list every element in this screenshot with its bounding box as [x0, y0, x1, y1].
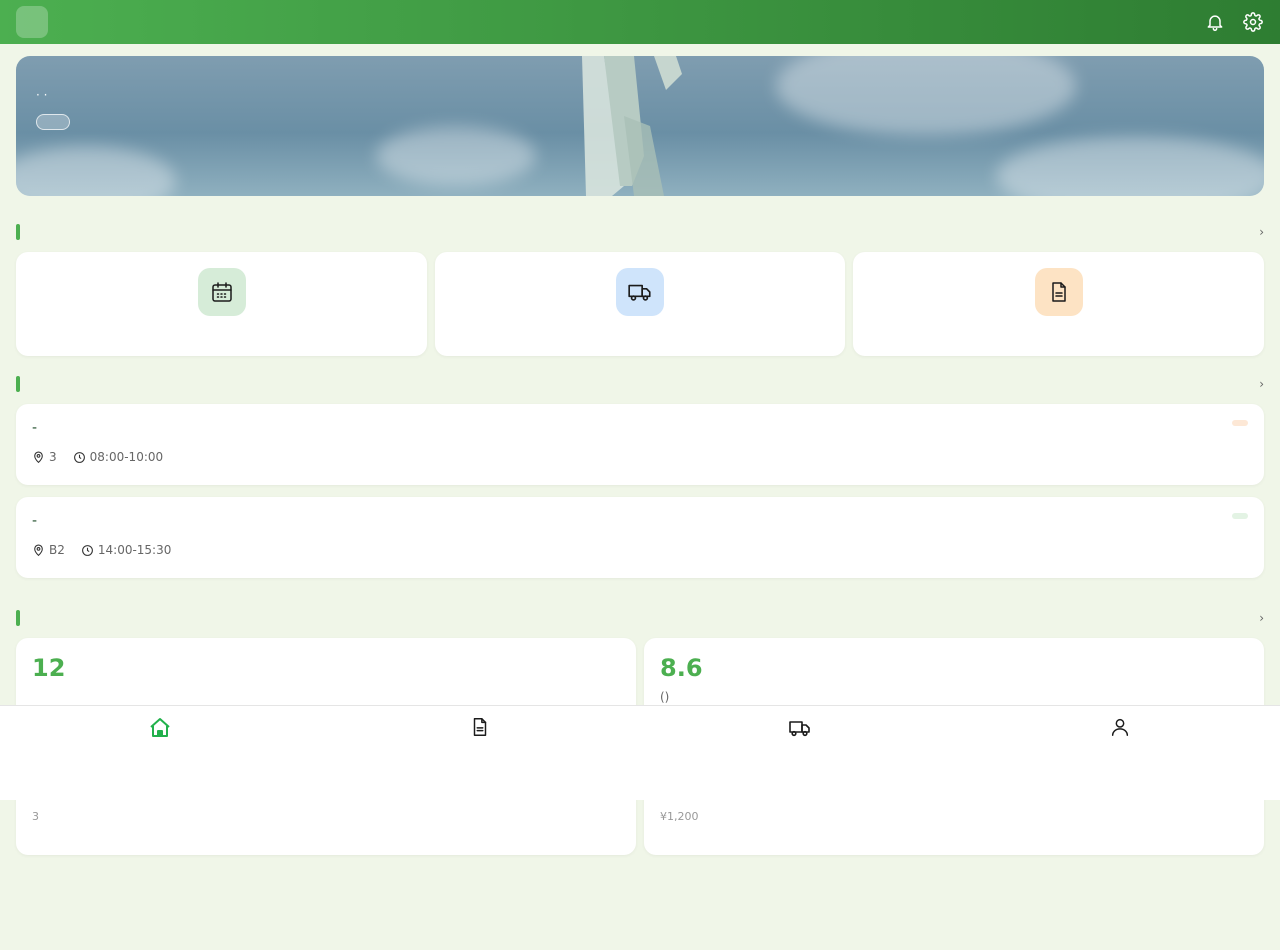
- home-icon: [150, 718, 170, 737]
- service-card-2[interactable]: [853, 252, 1264, 356]
- tab-home[interactable]: [0, 706, 320, 800]
- stat-value: 12: [32, 654, 66, 682]
- app-logo: [16, 6, 48, 38]
- location-pin-icon: [34, 451, 43, 463]
- truck-icon: [616, 268, 664, 316]
- services-header: ›: [16, 222, 1264, 242]
- tab-documents[interactable]: [320, 706, 640, 800]
- calendar-icon: [197, 268, 246, 316]
- appointment-meta: B2 14:00-15:30: [32, 543, 1248, 557]
- appointment-location: B2: [49, 543, 65, 557]
- appointment-meta: 3 08:00-10:00: [32, 450, 1248, 464]
- header-actions: [1204, 11, 1264, 33]
- location-item: 3: [32, 450, 57, 464]
- appointment-title: -: [32, 420, 38, 436]
- status-badge: [1232, 513, 1248, 519]
- hero-banner: · ·: [16, 56, 1264, 196]
- location-item: B2: [32, 543, 65, 557]
- bell-icon[interactable]: [1204, 11, 1226, 33]
- user-icon: [1111, 718, 1129, 736]
- clock-icon: [81, 544, 93, 556]
- clock-icon: [73, 451, 85, 463]
- stat-label: (): [660, 690, 670, 704]
- stat-footer: 3: [32, 804, 39, 823]
- tab-profile[interactable]: [960, 706, 1280, 800]
- stat-footer-subtitle: 3: [32, 810, 39, 823]
- top-bar: [0, 0, 1280, 44]
- section-accent-bar: [16, 224, 20, 240]
- document-icon: [473, 718, 487, 736]
- stat-footer-subtitle: ¥1,200: [660, 810, 699, 823]
- status-badge: [1232, 420, 1248, 426]
- appointments-header: ›: [16, 374, 1264, 394]
- appointment-title: -: [32, 513, 38, 529]
- location-pin-icon: [34, 544, 43, 556]
- stat-footer: ¥1,200: [660, 804, 699, 823]
- bottom-tab-bar: [0, 705, 1280, 800]
- banner-content: · ·: [36, 80, 70, 134]
- statue-image: [582, 56, 682, 196]
- banner-subtitle: · ·: [36, 88, 48, 102]
- truck-icon: [789, 721, 810, 737]
- section-accent-bar: [16, 610, 20, 626]
- appointments-more-link[interactable]: ›: [1259, 377, 1264, 391]
- stat-value: 8.6: [660, 654, 703, 682]
- service-card-0[interactable]: [16, 252, 427, 356]
- appointment-time: 14:00-15:30: [97, 543, 172, 557]
- appointment-card-0[interactable]: - 3 08:00-10:00: [16, 404, 1264, 485]
- time-item: 08:00-10:00: [73, 450, 164, 464]
- banner-button[interactable]: [36, 114, 70, 130]
- appointment-card-1[interactable]: - B2 14:00-15:30: [16, 497, 1264, 578]
- service-card-1[interactable]: [435, 252, 845, 356]
- appointment-location: 3: [49, 450, 57, 464]
- time-item: 14:00-15:30: [81, 543, 172, 557]
- appointment-time: 08:00-10:00: [89, 450, 164, 464]
- tab-delivery[interactable]: [640, 706, 960, 800]
- section-accent-bar: [16, 376, 20, 392]
- stats-more-link[interactable]: ›: [1259, 611, 1264, 625]
- document-icon: [1034, 268, 1083, 316]
- stats-header: ›: [16, 608, 1264, 628]
- gear-icon[interactable]: [1242, 11, 1264, 33]
- services-more-link[interactable]: ›: [1259, 225, 1264, 239]
